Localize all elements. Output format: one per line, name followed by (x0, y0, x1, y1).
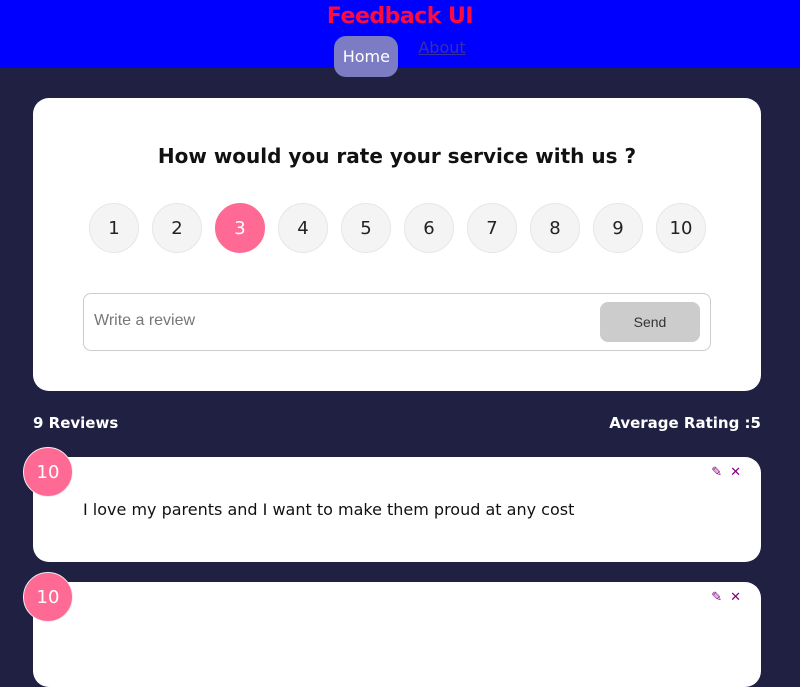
send-button[interactable]: Send (600, 302, 700, 342)
rating-option-1[interactable]: 1 (89, 203, 139, 253)
close-icon[interactable]: ✕ (730, 465, 741, 480)
review-stats: 9 Reviews Average Rating :5 (33, 414, 761, 432)
form-question: How would you rate your service with us … (157, 144, 637, 168)
rating-option-6[interactable]: 6 (404, 203, 454, 253)
average-rating: Average Rating :5 (609, 414, 761, 432)
rating-option-8[interactable]: 8 (530, 203, 580, 253)
rating-option-5[interactable]: 5 (341, 203, 391, 253)
app-title: Feedback UI (326, 4, 474, 29)
rating-option-4[interactable]: 4 (278, 203, 328, 253)
review-input[interactable] (94, 312, 574, 330)
feedback-form: How would you rate your service with us … (33, 98, 761, 391)
review-rating-badge: 10 (23, 572, 73, 622)
review-input-group: Send (83, 293, 711, 351)
rating-option-2[interactable]: 2 (152, 203, 202, 253)
close-icon[interactable]: ✕ (730, 590, 741, 605)
review-card: 10 ✎ ✕ (23, 572, 761, 687)
rating-option-3[interactable]: 3 (215, 203, 265, 253)
edit-icon[interactable]: ✎ (711, 590, 722, 605)
header: Feedback UI Home About (0, 0, 800, 77)
edit-icon[interactable]: ✎ (711, 465, 722, 480)
review-card: 10 ✎ ✕ I love my parents and I want to ma… (23, 447, 761, 562)
review-rating-badge: 10 (23, 447, 73, 497)
rating-selector: 1 2 3 4 5 6 7 8 9 10 (89, 203, 706, 253)
nav-home[interactable]: Home (334, 36, 399, 77)
review-count: 9 Reviews (33, 414, 119, 432)
review-text: I love my parents and I want to make the… (83, 500, 575, 519)
rating-option-9[interactable]: 9 (593, 203, 643, 253)
rating-option-7[interactable]: 7 (467, 203, 517, 253)
rating-option-10[interactable]: 10 (656, 203, 706, 253)
nav: Home About (0, 36, 800, 77)
nav-about[interactable]: About (418, 38, 465, 77)
